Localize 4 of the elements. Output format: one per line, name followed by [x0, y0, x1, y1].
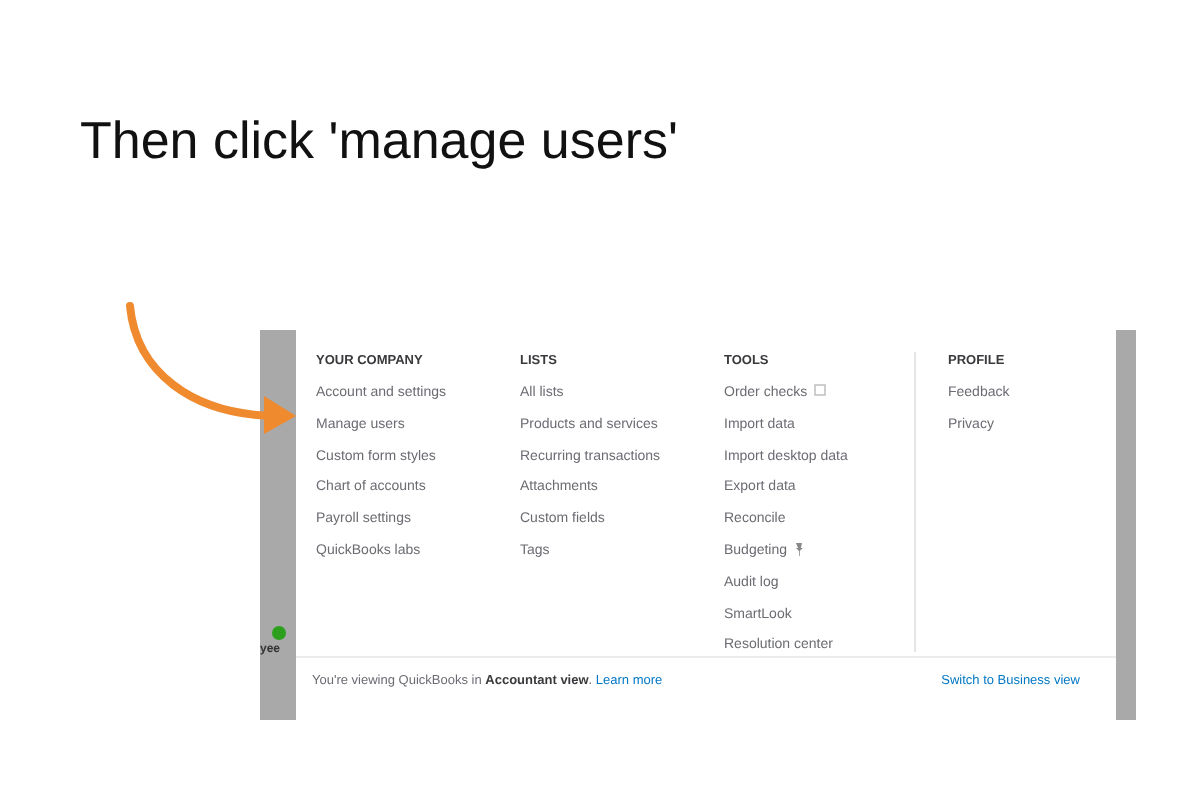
slide-title: Then click 'manage users' [80, 110, 678, 172]
external-link-icon [813, 384, 826, 396]
pin-icon [793, 541, 804, 556]
status-dot-icon [271, 626, 285, 640]
